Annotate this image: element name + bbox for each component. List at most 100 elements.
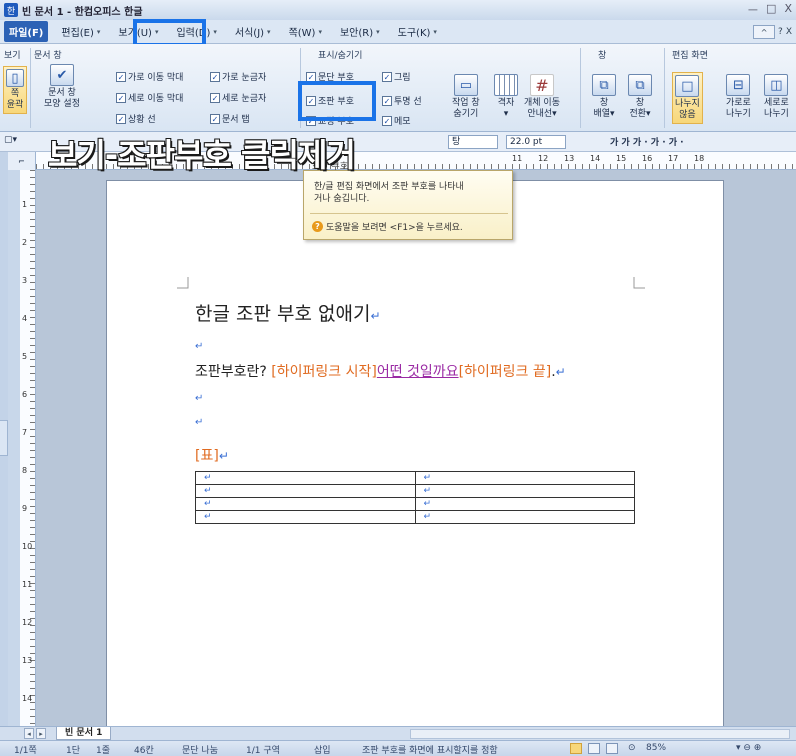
hyperlink-start-code: [하이퍼링크 시작] [271,364,377,380]
checkbox-status-line[interactable]: ✓ 상황 선 [116,112,156,125]
table-cell[interactable]: ↵ [414,484,635,498]
table-cell[interactable]: ↵ [414,510,635,524]
font-size-unit: pt [532,137,543,147]
control-codes-highlight [298,81,376,121]
font-field[interactable]: 탕 [448,135,498,149]
checkbox-v-scrollbar[interactable]: ✓ 세로 이동 막대 [116,91,183,104]
grid-label: 격자 ▾ [497,98,515,119]
menu-format[interactable]: 서식(J) ▾ [230,21,276,42]
doc-window-shape-label: 문서 창 모양 설정 [44,88,80,109]
zoom-level[interactable]: 85% [646,743,666,753]
ruler-number: 16 [642,154,653,163]
new-doc-icon[interactable]: ▢▾ [4,135,17,145]
status-line: 1줄 [96,746,111,756]
menu-tools[interactable]: 도구(K) ▾ [393,21,442,42]
view-layout-icon[interactable] [588,743,600,754]
paragraph-mark: ↵ [195,417,204,428]
ribbon-separator [664,48,665,128]
table-cell[interactable]: ↵ [195,484,416,498]
hyperlink-text[interactable]: 어떤 것일까요 [377,364,459,380]
ruler-number: 14 [590,154,601,163]
checkbox-h-scrollbar[interactable]: ✓ 가로 이동 막대 [116,70,183,83]
tab-prev-button[interactable]: ◂ [24,728,34,739]
table-cell[interactable]: ↵ [195,471,416,485]
ruler-number: 5 [22,352,28,361]
ruler-corner[interactable]: ⌐ [8,152,36,170]
status-mode[interactable]: 삽입 [314,743,331,756]
page-outline-label: 쪽 윤곽 [6,89,24,110]
document-table[interactable]: ↵ ↵ ↵ ↵ ↵ ↵ ↵ ↵ [195,471,635,524]
window-arrange-button[interactable]: ⧉ 창 배열▾ [592,74,616,120]
grid-button[interactable]: 격자 ▾ [494,74,518,120]
help-icon[interactable]: ? [778,27,783,37]
tab-next-button[interactable]: ▸ [36,728,46,739]
table-cell[interactable]: ↵ [414,471,635,485]
ruler-number: 13 [564,154,575,163]
table-cell[interactable]: ↵ [414,497,635,511]
menu-security[interactable]: 보안(R) ▾ [335,21,385,42]
doc-window-shape-button[interactable]: ✔ 문서 창 모양 설정 [44,64,80,110]
ribbon-separator [30,48,31,128]
zoom-icon[interactable]: ⊙ [628,743,636,753]
document-paragraph[interactable]: 조판부호란? [하이퍼링크 시작]어떤 것일까요[하이퍼링크 끝].↵ [195,361,566,381]
checkbox-label: 세로 눈금자 [222,94,267,104]
checkbox-transparent-line[interactable]: ✓ 투명 선 [382,94,422,107]
view-normal-icon[interactable] [570,743,582,754]
view-outline-icon[interactable] [606,743,618,754]
checkbox-label: 상황 선 [128,115,156,125]
page-outline-button[interactable]: ▯ 쪽 윤곽 [3,66,27,114]
close-doc-icon[interactable]: X [786,27,792,37]
chevron-down-icon: ▾ [318,27,322,36]
window-switch-button[interactable]: ⧉ 창 전환▾ [628,74,652,120]
ruler-number: 12 [538,154,549,163]
work-window-icon: ▭ [453,74,478,96]
ruler-number: 18 [694,154,705,163]
menu-file[interactable]: 파일(F) [4,21,49,42]
checkbox-doc-tab[interactable]: ✓ 문서 탭 [210,112,250,125]
status-block: 1/1 구역 [246,746,280,756]
chevron-down-icon: ▾ [96,27,101,36]
ribbon-separator [580,48,581,128]
char-format-buttons[interactable]: 가 가 가 · 가 · 가 · [610,135,684,148]
split-horizontal-button[interactable]: ⊟ 가로로 나누기 [726,74,751,120]
checkbox-memo[interactable]: ✓ 메모 [382,114,411,127]
table-cell[interactable]: ↵ [195,497,416,511]
ruler-number: 9 [22,504,28,513]
side-panel-tab[interactable] [0,420,8,456]
menu-page[interactable]: 쪽(W) ▾ [284,21,327,42]
menu-edit-label: 편집(E) [61,28,94,39]
table-row: ↵ ↵ [195,497,635,511]
no-split-button[interactable]: □ 나누지 않음 [672,72,703,124]
tooltip-description: 한/글 편집 화면에서 조판 부호를 나타내거나 숨깁니다. [314,182,464,204]
document-page[interactable]: 한글 조판 부호 없애기↵ ↵ 조판부호란? [하이퍼링크 시작]어떤 것일까요… [106,180,724,726]
table-cell[interactable]: ↵ [195,510,416,524]
tab-document[interactable]: 빈 문서 1 [56,727,112,740]
menu-edit[interactable]: 편집(E) ▾ [56,21,105,42]
checkbox-v-ruler[interactable]: ✓ 세로 눈금자 [210,91,266,104]
ruler-number: 6 [22,390,28,399]
ruler-number: 12 [22,618,33,627]
no-split-icon: □ [675,75,700,97]
collapse-ribbon-button[interactable]: ^ [753,25,776,39]
close-icon[interactable]: X [784,2,792,18]
document-area[interactable]: 한글 조판 부호 없애기↵ ↵ 조판부호란? [하이퍼링크 시작]어떤 것일까요… [36,170,796,726]
checkbox-label: 가로 눈금자 [222,73,267,83]
window-switch-icon: ⧉ [628,74,652,96]
ruler-number: 11 [512,154,523,163]
checkbox-label: 그림 [394,73,411,83]
zoom-controls[interactable]: ▾ ⊖ ⊕ [736,743,761,753]
font-size-field[interactable]: 22.0 pt [506,135,566,149]
checkbox-checked-icon: ✓ [382,115,392,126]
checkbox-checked-icon: ✓ [116,113,126,124]
maximize-icon[interactable]: □ [766,2,776,18]
hide-work-window-button[interactable]: ▭ 작업 창 숨기기 [452,74,480,120]
checkbox-picture[interactable]: ✓ 그림 [382,70,411,83]
document-heading[interactable]: 한글 조판 부호 없애기↵ [195,299,381,326]
help-icon: ? [312,221,323,232]
split-vertical-button[interactable]: ◫ 세로로 나누기 [764,74,789,120]
minimize-icon[interactable]: ㅡ [748,2,758,18]
checkbox-h-ruler[interactable]: ✓ 가로 눈금자 [210,70,266,83]
table-control-code: [표]↵ [195,445,229,465]
object-move-guide-button[interactable]: # 개체 이동 안내선▾ [524,74,560,120]
horizontal-scrollbar[interactable] [410,729,790,739]
